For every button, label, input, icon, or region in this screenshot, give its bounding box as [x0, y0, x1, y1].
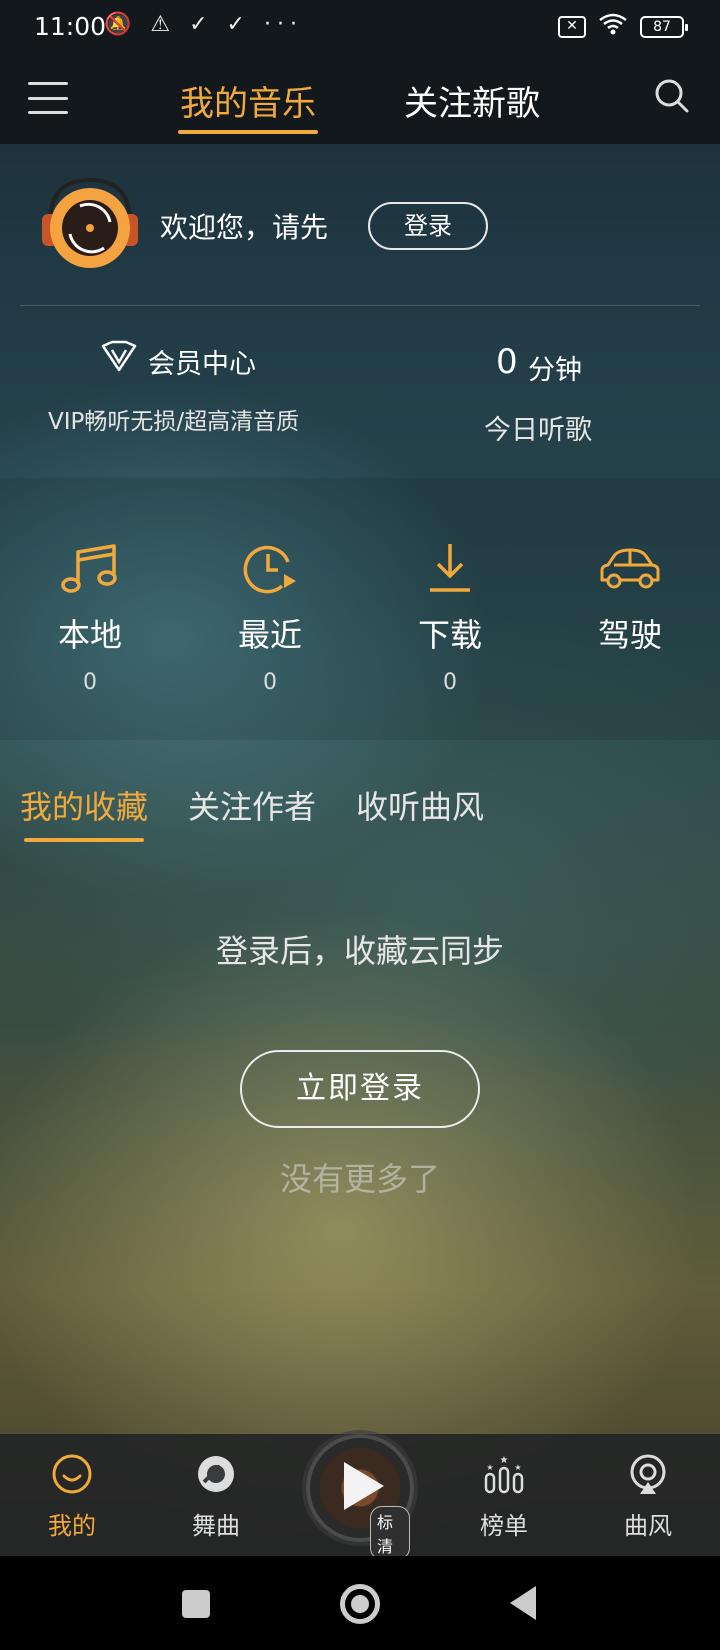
- quick-label: 本地: [57, 616, 122, 654]
- tab-my-favorites[interactable]: 我的收藏: [20, 782, 148, 828]
- quick-count: 0: [443, 670, 457, 695]
- active-tab-indicator: [178, 130, 318, 134]
- profile-section: 欢迎您，请先 登录: [0, 144, 720, 309]
- quick-count: 0: [83, 670, 97, 695]
- svg-text:★: ★: [500, 1455, 509, 1466]
- today-minutes: 0: [496, 342, 518, 382]
- profile-divider: [20, 305, 700, 306]
- no-more-text: 没有更多了: [279, 1160, 440, 1198]
- search-icon[interactable]: [654, 78, 690, 114]
- no-sim-icon: ✕: [558, 16, 586, 38]
- recent-clock-icon: [243, 545, 296, 594]
- today-label: 今日听歌: [484, 415, 592, 446]
- vip-subtitle: VIP畅听无损/超高清音质: [48, 409, 300, 435]
- tab-followed-artists[interactable]: 关注作者: [188, 782, 316, 828]
- svg-text:★: ★: [486, 1463, 493, 1472]
- battery-icon: 87: [640, 16, 688, 38]
- notification-icons: 🔕 ⚠ ✓ ✓ ···: [104, 12, 303, 37]
- nav-label: 我的: [48, 1512, 96, 1540]
- nav-mine[interactable]: 我的: [12, 1452, 132, 1541]
- music-note-icon: [61, 544, 117, 593]
- quick-label: 最近: [237, 616, 302, 654]
- collection-tabs: 我的收藏 关注作者 收听曲风: [0, 782, 720, 842]
- nav-label: 榜单: [480, 1512, 528, 1540]
- quick-label: 下载: [417, 616, 482, 654]
- home-icon[interactable]: [340, 1584, 380, 1624]
- quick-local[interactable]: 本地 0: [10, 540, 170, 695]
- empty-state-message: 登录后，收藏云同步: [215, 932, 504, 970]
- menu-icon[interactable]: [28, 82, 68, 114]
- login-button[interactable]: 登录: [368, 202, 488, 250]
- status-icons-right: ✕ 87: [558, 12, 688, 42]
- today-unit: 分钟: [528, 355, 582, 386]
- tab-follow-new-songs[interactable]: 关注新歌: [404, 76, 540, 125]
- tab-my-music[interactable]: 我的音乐: [180, 76, 316, 125]
- quick-drive[interactable]: 驾驶: [550, 540, 710, 656]
- quick-recent[interactable]: 最近 0: [190, 540, 350, 695]
- nav-dance[interactable]: 舞曲: [156, 1452, 276, 1541]
- recent-apps-icon[interactable]: [182, 1590, 210, 1618]
- nav-charts[interactable]: ★ ★ ★ 榜单: [444, 1452, 564, 1541]
- broadcast-icon: [630, 1454, 666, 1494]
- ranking-icon: ★ ★ ★: [484, 1455, 524, 1494]
- player-play-button[interactable]: 标清: [306, 1434, 414, 1560]
- nav-label: 曲风: [624, 1512, 672, 1540]
- svg-text:★: ★: [514, 1463, 521, 1472]
- status-bar: 11:00 🔕 ⚠ ✓ ✓ ··· ✕ 87: [0, 0, 720, 56]
- welcome-text: 欢迎您，请先: [160, 211, 329, 244]
- vip-icon: [101, 340, 137, 372]
- disc-icon: [198, 1456, 234, 1492]
- download-icon: [430, 544, 470, 592]
- smile-icon: [52, 1454, 92, 1494]
- nav-genres[interactable]: 曲风: [588, 1452, 708, 1541]
- vip-title: 会员中心: [148, 349, 256, 380]
- play-icon: [344, 1462, 384, 1510]
- today-listening: 0 分钟 今日听歌: [400, 330, 680, 450]
- car-icon: [600, 548, 660, 589]
- login-now-button[interactable]: 立即登录: [240, 1050, 480, 1128]
- avatar[interactable]: [40, 174, 140, 274]
- top-nav: 我的音乐 关注新歌: [0, 56, 720, 144]
- quality-badge[interactable]: 标清: [370, 1506, 410, 1560]
- quick-download[interactable]: 下载 0: [370, 540, 530, 695]
- quick-count: 0: [263, 670, 277, 695]
- quick-label: 驾驶: [597, 616, 662, 654]
- system-nav-bar: [0, 1556, 720, 1650]
- sub-tab-indicator: [24, 838, 144, 842]
- back-icon[interactable]: [510, 1586, 536, 1620]
- tab-listened-genres[interactable]: 收听曲风: [356, 782, 484, 828]
- vip-center[interactable]: 会员中心 VIP畅听无损/超高清音质: [0, 330, 360, 450]
- nav-label: 舞曲: [192, 1512, 240, 1540]
- status-time: 11:00: [34, 12, 107, 41]
- wifi-icon: [598, 12, 628, 42]
